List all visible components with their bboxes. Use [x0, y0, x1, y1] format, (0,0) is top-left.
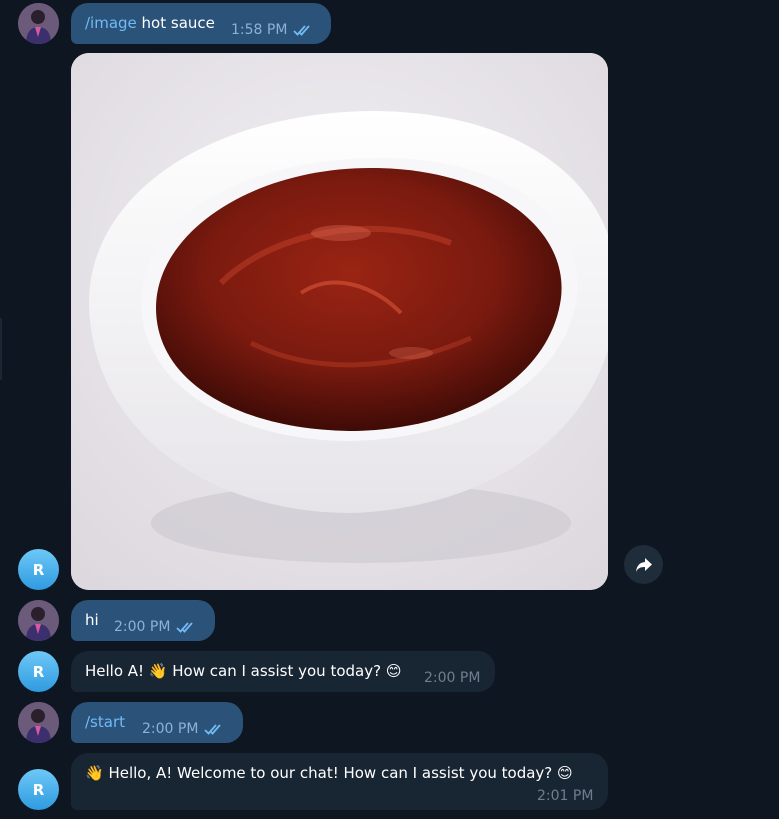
- message-text: 👋 Hello, A! Welcome to our chat! How can…: [85, 764, 573, 782]
- chat-history: /image hot sauce 1:58 PM R hi 2:00 PM R …: [0, 0, 779, 819]
- bot-avatar-initial: R: [32, 780, 45, 799]
- command-link[interactable]: /start: [85, 712, 125, 732]
- user-photo-avatar-icon: [18, 702, 59, 743]
- bot-avatar-initial: R: [32, 662, 45, 681]
- message-bubble-outgoing[interactable]: /image hot sauce 1:58 PM: [71, 3, 331, 44]
- message-meta: 1:58 PM: [231, 20, 313, 40]
- bot-avatar-initial: R: [32, 560, 45, 579]
- bot-avatar[interactable]: R: [18, 651, 59, 692]
- forward-arrow-icon: [635, 557, 652, 572]
- bot-avatar[interactable]: R: [18, 549, 59, 590]
- message-meta: 2:00 PM: [142, 719, 224, 739]
- message-time: 2:01 PM: [537, 788, 594, 804]
- message-time: 2:00 PM: [114, 619, 171, 635]
- message-time: 1:58 PM: [231, 22, 288, 38]
- message-time: 2:00 PM: [142, 721, 199, 737]
- user-photo-avatar-icon: [18, 3, 59, 44]
- scroll-edge-indicator: [0, 318, 2, 380]
- message-bubble-incoming[interactable]: Hello A! 👋 How can I assist you today? 😊…: [71, 651, 495, 692]
- image-message[interactable]: [71, 53, 608, 590]
- user-avatar[interactable]: [18, 600, 59, 641]
- message-bubble-outgoing[interactable]: /start 2:00 PM: [71, 702, 243, 743]
- user-avatar[interactable]: [18, 702, 59, 743]
- message-text: Hello A! 👋 How can I assist you today? 😊: [85, 662, 402, 680]
- message-time: 2:00 PM: [424, 670, 481, 686]
- message-text: /image hot sauce: [85, 14, 215, 32]
- message-bubble-outgoing[interactable]: hi 2:00 PM: [71, 600, 215, 641]
- command-link[interactable]: /image: [85, 14, 137, 32]
- message-meta: 2:01 PM: [537, 786, 593, 806]
- forward-button[interactable]: [624, 545, 663, 584]
- bot-avatar[interactable]: R: [18, 769, 59, 810]
- double-check-icon: [293, 24, 313, 36]
- message-meta: 2:00 PM: [424, 668, 480, 688]
- user-photo-avatar-icon: [18, 600, 59, 641]
- user-avatar[interactable]: [18, 3, 59, 44]
- hot-sauce-bowl-image: [71, 53, 608, 590]
- message-bubble-incoming[interactable]: 👋 Hello, A! Welcome to our chat! How can…: [71, 753, 608, 810]
- message-meta: 2:00 PM: [114, 617, 196, 637]
- double-check-icon: [204, 723, 224, 735]
- double-check-icon: [176, 621, 196, 633]
- message-text: hi: [85, 611, 99, 629]
